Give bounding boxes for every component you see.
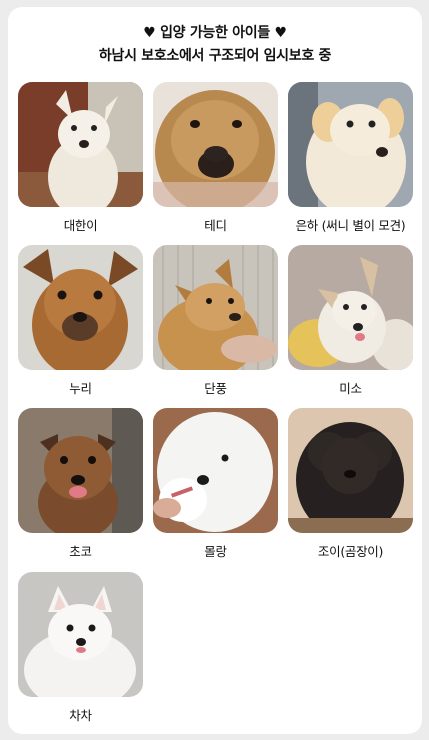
dog-photo[interactable] bbox=[288, 408, 413, 533]
dog-photo[interactable] bbox=[18, 245, 143, 370]
dog-photo[interactable] bbox=[153, 408, 278, 533]
dog-name: 초코 bbox=[69, 544, 92, 559]
dog-card[interactable]: 테디 bbox=[153, 82, 278, 242]
dog-name: 은하 (써니 별이 모견) bbox=[295, 218, 406, 233]
dog-card[interactable]: 몰랑 bbox=[153, 408, 278, 568]
dog-photo[interactable] bbox=[18, 572, 143, 697]
dog-card[interactable]: 차차 bbox=[18, 572, 143, 732]
dog-card[interactable]: 누리 bbox=[18, 245, 143, 405]
dog-name: 단풍 bbox=[204, 381, 227, 396]
dog-name: 테디 bbox=[204, 218, 227, 233]
dog-photo[interactable] bbox=[18, 82, 143, 207]
dog-name: 몰랑 bbox=[204, 544, 227, 559]
dog-name: 차차 bbox=[69, 708, 92, 723]
dog-photo[interactable] bbox=[153, 82, 278, 207]
adoption-card: ♥ 입양 가능한 아이들 ♥ 하남시 보호소에서 구조되어 임시보호 중 대한이… bbox=[8, 7, 422, 734]
dog-card[interactable]: 대한이 bbox=[18, 82, 143, 242]
dog-name: 대한이 bbox=[63, 218, 98, 233]
dog-card[interactable]: 단풍 bbox=[153, 245, 278, 405]
dog-card[interactable]: 조이(곰장이) bbox=[288, 408, 413, 568]
dog-card[interactable]: 미소 bbox=[288, 245, 413, 405]
dog-photo[interactable] bbox=[153, 245, 278, 370]
dog-name: 누리 bbox=[69, 381, 92, 396]
dog-card[interactable]: 초코 bbox=[18, 408, 143, 568]
dog-name: 미소 bbox=[339, 381, 362, 396]
dog-photo[interactable] bbox=[288, 245, 413, 370]
dog-photo[interactable] bbox=[288, 82, 413, 207]
page-subtitle: 하남시 보호소에서 구조되어 임시보호 중 bbox=[98, 48, 332, 64]
dog-photo[interactable] bbox=[18, 408, 143, 533]
dog-card[interactable]: 은하 (써니 별이 모견) bbox=[288, 82, 413, 242]
dog-name: 조이(곰장이) bbox=[317, 544, 384, 559]
page-title: ♥ 입양 가능한 아이들 ♥ bbox=[143, 25, 287, 41]
